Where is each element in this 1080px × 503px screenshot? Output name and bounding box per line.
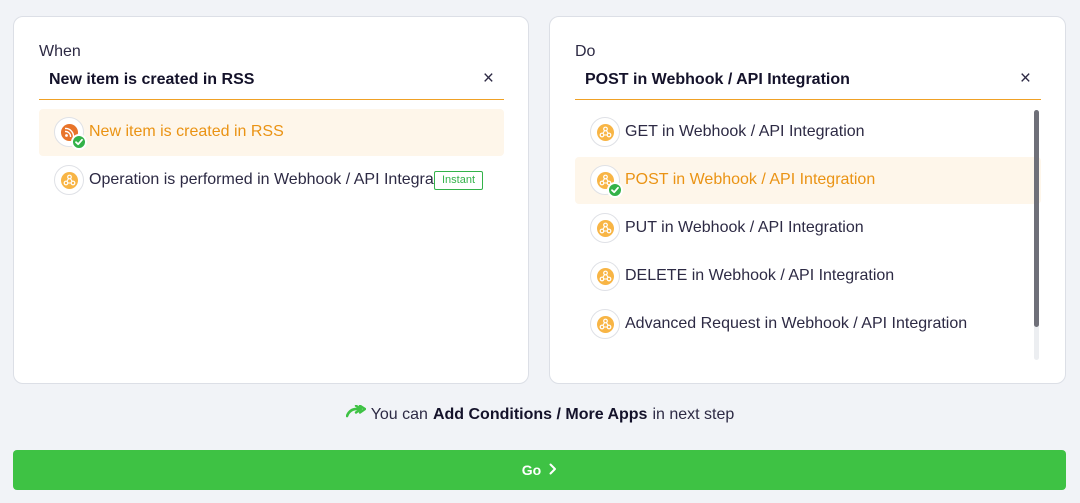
selected-check-icon bbox=[71, 134, 87, 150]
action-option-get[interactable]: GET in Webhook / API Integration bbox=[575, 109, 1041, 156]
do-panel: Do POST in Webhook / API Integration × G… bbox=[549, 16, 1066, 384]
when-selected-value: New item is created in RSS bbox=[49, 71, 255, 88]
instant-badge: Instant bbox=[434, 171, 484, 190]
action-option-put[interactable]: PUT in Webhook / API Integration bbox=[575, 205, 1041, 252]
webhook-icon bbox=[590, 165, 623, 198]
option-label: DELETE in Webhook / API Integration bbox=[625, 267, 895, 284]
webhook-icon bbox=[54, 165, 84, 195]
hint-bold: Add Conditions / More Apps bbox=[432, 405, 648, 423]
action-option-post[interactable]: POST in Webhook / API Integration bbox=[575, 157, 1041, 204]
arrow-forward-icon bbox=[345, 404, 366, 424]
when-panel: When New item is created in RSS × New it… bbox=[13, 16, 529, 384]
action-option-delete[interactable]: DELETE in Webhook / API Integration bbox=[575, 253, 1041, 300]
action-option-advanced-request[interactable]: Advanced Request in Webhook / API Integr… bbox=[575, 301, 1041, 348]
options-scrollbar[interactable] bbox=[1034, 110, 1039, 360]
option-label: Advanced Request in Webhook / API Integr… bbox=[625, 315, 968, 332]
hint-suffix: in next step bbox=[652, 405, 735, 423]
selected-check-icon bbox=[607, 182, 623, 198]
do-clear-icon[interactable]: × bbox=[1020, 69, 1031, 89]
option-label: POST in Webhook / API Integration bbox=[625, 171, 876, 188]
rss-icon bbox=[54, 117, 87, 150]
when-clear-icon[interactable]: × bbox=[483, 69, 494, 89]
hint-prefix: You can bbox=[370, 405, 428, 423]
go-button-label: Go bbox=[521, 462, 542, 478]
webhook-icon bbox=[590, 213, 620, 243]
do-selected-value: POST in Webhook / API Integration bbox=[585, 71, 850, 88]
option-label: PUT in Webhook / API Integration bbox=[625, 219, 864, 236]
do-selected-field[interactable]: POST in Webhook / API Integration × bbox=[575, 67, 1041, 100]
trigger-option-webhook-operation[interactable]: Operation is performed in Webhook / API … bbox=[39, 157, 504, 204]
go-button[interactable]: Go bbox=[13, 450, 1066, 490]
trigger-option-rss-new-item[interactable]: New item is created in RSS bbox=[39, 109, 504, 156]
option-label: Operation is performed in Webhook / API … bbox=[89, 171, 434, 188]
when-selected-field[interactable]: New item is created in RSS × bbox=[39, 67, 504, 100]
option-label: GET in Webhook / API Integration bbox=[625, 123, 865, 140]
do-label: Do bbox=[575, 43, 596, 60]
webhook-icon bbox=[590, 309, 620, 339]
scrollbar-thumb[interactable] bbox=[1034, 110, 1039, 327]
option-label: New item is created in RSS bbox=[89, 123, 284, 140]
when-label: When bbox=[39, 43, 81, 60]
chevron-right-icon bbox=[549, 462, 557, 478]
webhook-icon bbox=[590, 117, 620, 147]
webhook-icon bbox=[590, 261, 620, 291]
next-step-hint: You can Add Conditions / More Apps in ne… bbox=[0, 404, 1080, 424]
